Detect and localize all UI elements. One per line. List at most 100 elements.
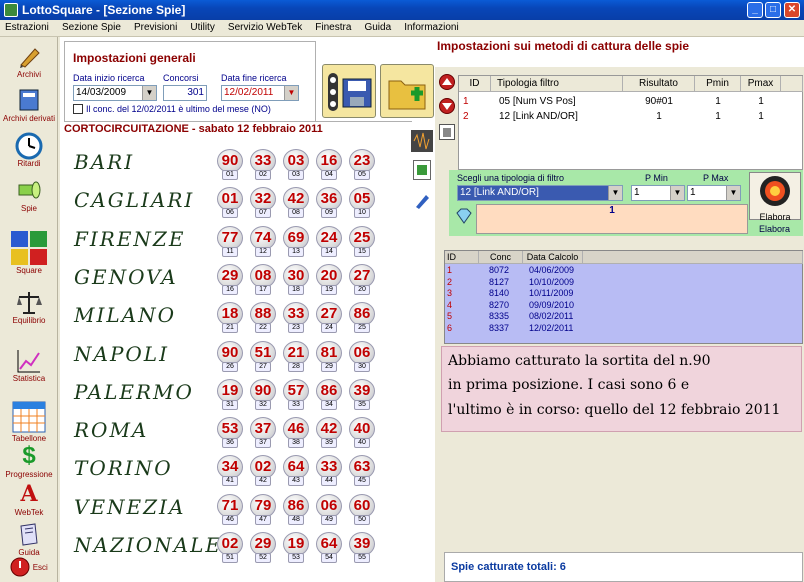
sidebar-item-statistica[interactable]: Statistica bbox=[0, 347, 58, 383]
number-ball[interactable]: 01 06 bbox=[217, 187, 243, 218]
sidebar-item-equilibrio[interactable]: Equilibrio bbox=[0, 289, 58, 325]
number-ball[interactable]: 57 33 bbox=[283, 379, 309, 410]
number-ball[interactable]: 86 25 bbox=[349, 302, 375, 333]
number-ball[interactable]: 36 09 bbox=[316, 187, 342, 218]
maximize-button[interactable]: □ bbox=[765, 2, 781, 18]
number-ball[interactable]: 06 49 bbox=[316, 494, 342, 525]
menu-estrazioni[interactable]: Estrazioni bbox=[0, 20, 54, 33]
number-ball[interactable]: 40 40 bbox=[349, 417, 375, 448]
menu-previsioni[interactable]: Previsioni bbox=[129, 20, 182, 33]
col-tipologia[interactable]: Tipologia filtro bbox=[491, 76, 623, 92]
number-ball[interactable]: 08 17 bbox=[250, 264, 276, 295]
number-ball[interactable]: 25 15 bbox=[349, 226, 375, 257]
col-risultato[interactable]: Risultato bbox=[623, 76, 695, 92]
number-ball[interactable]: 69 13 bbox=[283, 226, 309, 257]
number-ball[interactable]: 33 44 bbox=[316, 455, 342, 486]
minimize-button[interactable]: _ bbox=[747, 2, 763, 18]
col-id[interactable]: ID bbox=[459, 76, 491, 92]
number-ball[interactable]: 29 16 bbox=[217, 264, 243, 295]
sidebar-item-archivi[interactable]: Archivi bbox=[0, 43, 58, 79]
menu-finestra[interactable]: Finestra bbox=[310, 20, 356, 33]
number-ball[interactable]: 63 45 bbox=[349, 455, 375, 486]
number-ball[interactable]: 81 29 bbox=[316, 341, 342, 372]
number-ball[interactable]: 27 24 bbox=[316, 302, 342, 333]
number-ball[interactable]: 79 47 bbox=[250, 494, 276, 525]
number-ball[interactable]: 19 53 bbox=[283, 532, 309, 563]
number-ball[interactable]: 21 28 bbox=[283, 341, 309, 372]
sidebar-item-guida[interactable]: Guida bbox=[0, 521, 58, 557]
number-ball[interactable]: 60 50 bbox=[349, 494, 375, 525]
number-ball[interactable]: 46 38 bbox=[283, 417, 309, 448]
number-ball[interactable]: 86 34 bbox=[316, 379, 342, 410]
pmax-select[interactable]: 1 ▼ bbox=[687, 185, 741, 201]
number-ball[interactable]: 33 23 bbox=[283, 302, 309, 333]
number-ball[interactable]: 19 31 bbox=[217, 379, 243, 410]
menu-sezione-spie[interactable]: Sezione Spie bbox=[57, 20, 126, 33]
last-of-month-checkbox[interactable] bbox=[73, 104, 83, 114]
sidebar-item-spie[interactable]: Spie bbox=[0, 177, 58, 213]
sidebar-item-progressione[interactable]: $ Progressione bbox=[0, 443, 58, 480]
sidebar-item-esci[interactable]: Esci bbox=[0, 557, 58, 578]
sidebar-item-ritardi[interactable]: Ritardi bbox=[0, 132, 58, 168]
number-ball[interactable]: 53 36 bbox=[217, 417, 243, 448]
number-ball[interactable]: 33 02 bbox=[250, 149, 276, 180]
document-icon[interactable] bbox=[413, 160, 431, 180]
chevron-down-icon[interactable]: ▼ bbox=[142, 86, 156, 100]
number-ball[interactable]: 74 12 bbox=[250, 226, 276, 257]
number-ball[interactable]: 39 35 bbox=[349, 379, 375, 410]
number-ball[interactable]: 34 41 bbox=[217, 455, 243, 486]
number-ball[interactable]: 03 03 bbox=[283, 149, 309, 180]
close-button[interactable]: ✕ bbox=[784, 2, 800, 18]
number-ball[interactable]: 05 10 bbox=[349, 187, 375, 218]
col-res-data[interactable]: Data Calcolo bbox=[523, 251, 583, 264]
col-res-id[interactable]: ID bbox=[445, 251, 479, 264]
number-ball[interactable]: 37 37 bbox=[250, 417, 276, 448]
number-ball[interactable]: 30 18 bbox=[283, 264, 309, 295]
number-ball[interactable]: 23 05 bbox=[349, 149, 375, 180]
pmin-select[interactable]: 1 ▼ bbox=[631, 185, 685, 201]
number-ball[interactable]: 88 22 bbox=[250, 302, 276, 333]
menu-servizio-webtek[interactable]: Servizio WebTek bbox=[223, 20, 307, 33]
sidebar-item-tabellone[interactable]: Tabellone bbox=[0, 401, 58, 443]
open-folder-button[interactable] bbox=[380, 64, 434, 118]
number-ball[interactable]: 51 27 bbox=[250, 341, 276, 372]
save-settings-button[interactable] bbox=[322, 64, 376, 118]
col-pmin[interactable]: Pmin bbox=[695, 76, 741, 92]
number-ball[interactable]: 42 39 bbox=[316, 417, 342, 448]
chevron-down-icon[interactable]: ▼ bbox=[284, 86, 298, 100]
elabora-button[interactable]: Elabora bbox=[749, 172, 801, 222]
number-ball[interactable]: 29 52 bbox=[250, 532, 276, 563]
number-ball[interactable]: 39 55 bbox=[349, 532, 375, 563]
number-ball[interactable]: 06 30 bbox=[349, 341, 375, 372]
number-ball[interactable]: 86 48 bbox=[283, 494, 309, 525]
number-ball[interactable]: 42 08 bbox=[283, 187, 309, 218]
move-down-button[interactable] bbox=[439, 98, 455, 114]
number-ball[interactable]: 90 26 bbox=[217, 341, 243, 372]
col-pmax[interactable]: Pmax bbox=[741, 76, 781, 92]
number-ball[interactable]: 64 43 bbox=[283, 455, 309, 486]
number-ball[interactable]: 90 32 bbox=[250, 379, 276, 410]
number-ball[interactable]: 32 07 bbox=[250, 187, 276, 218]
number-ball[interactable]: 20 19 bbox=[316, 264, 342, 295]
end-date-field[interactable]: 12/02/2011 ▼ bbox=[221, 85, 299, 101]
sidebar-item-webtek[interactable]: A WebTek bbox=[0, 481, 58, 517]
chevron-down-icon[interactable]: ▼ bbox=[670, 186, 684, 200]
move-up-button[interactable] bbox=[439, 74, 455, 90]
pen-icon[interactable] bbox=[413, 192, 431, 210]
number-ball[interactable]: 27 20 bbox=[349, 264, 375, 295]
chevron-down-icon[interactable]: ▼ bbox=[608, 186, 622, 200]
filter-value-box[interactable]: 1 bbox=[476, 204, 748, 234]
number-ball[interactable]: 77 11 bbox=[217, 226, 243, 257]
number-ball[interactable]: 16 04 bbox=[316, 149, 342, 180]
number-ball[interactable]: 18 21 bbox=[217, 302, 243, 333]
sidebar-item-square[interactable]: Square bbox=[0, 229, 58, 275]
concorsi-field[interactable]: 301 bbox=[163, 85, 207, 101]
delete-icon[interactable] bbox=[439, 124, 455, 140]
sound-wave-icon[interactable] bbox=[411, 130, 433, 152]
menu-utility[interactable]: Utility bbox=[185, 20, 219, 33]
number-ball[interactable]: 02 51 bbox=[217, 532, 243, 563]
number-ball[interactable]: 02 42 bbox=[250, 455, 276, 486]
number-ball[interactable]: 71 46 bbox=[217, 494, 243, 525]
chevron-down-icon[interactable]: ▼ bbox=[726, 186, 740, 200]
menu-guida[interactable]: Guida bbox=[359, 20, 396, 33]
